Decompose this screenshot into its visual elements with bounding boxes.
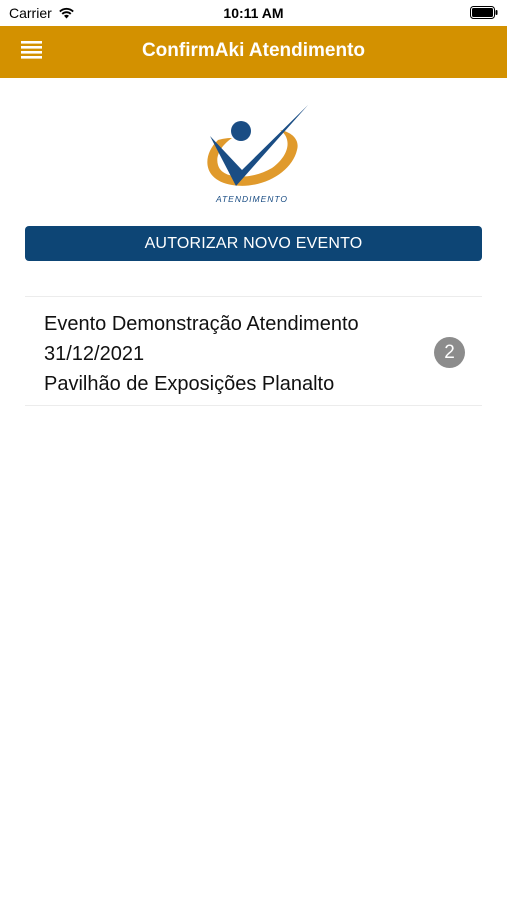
event-details: Evento Demonstração Atendimento 31/12/20… xyxy=(44,309,359,399)
event-location: Pavilhão de Exposições Planalto xyxy=(44,373,335,395)
navigation-bar: ConfirmAki Atendimento xyxy=(0,26,507,78)
authorize-new-event-label: AUTORIZAR NOVO EVENTO xyxy=(144,234,363,252)
event-list-item[interactable]: Evento Demonstração Atendimento 31/12/20… xyxy=(25,296,482,406)
status-bar: Carrier 10:11 AM xyxy=(0,0,507,26)
event-name: Evento Demonstração Atendimento xyxy=(44,313,359,335)
battery-icon xyxy=(470,6,498,19)
event-count-badge: 2 xyxy=(434,337,465,368)
page-title: ConfirmAki Atendimento xyxy=(141,40,366,61)
clock: 10:11 AM xyxy=(223,5,284,21)
event-list: Evento Demonstração Atendimento 31/12/20… xyxy=(25,296,482,406)
authorize-new-event-button[interactable]: AUTORIZAR NOVO EVENTO xyxy=(25,226,482,261)
app-screen: Carrier 10:11 AM ConfirmAki Atendimento xyxy=(0,0,507,900)
app-logo: ATENDIMENTO xyxy=(207,105,308,204)
event-date: 31/12/2021 xyxy=(44,343,145,365)
logo-text: ATENDIMENTO xyxy=(215,194,288,204)
